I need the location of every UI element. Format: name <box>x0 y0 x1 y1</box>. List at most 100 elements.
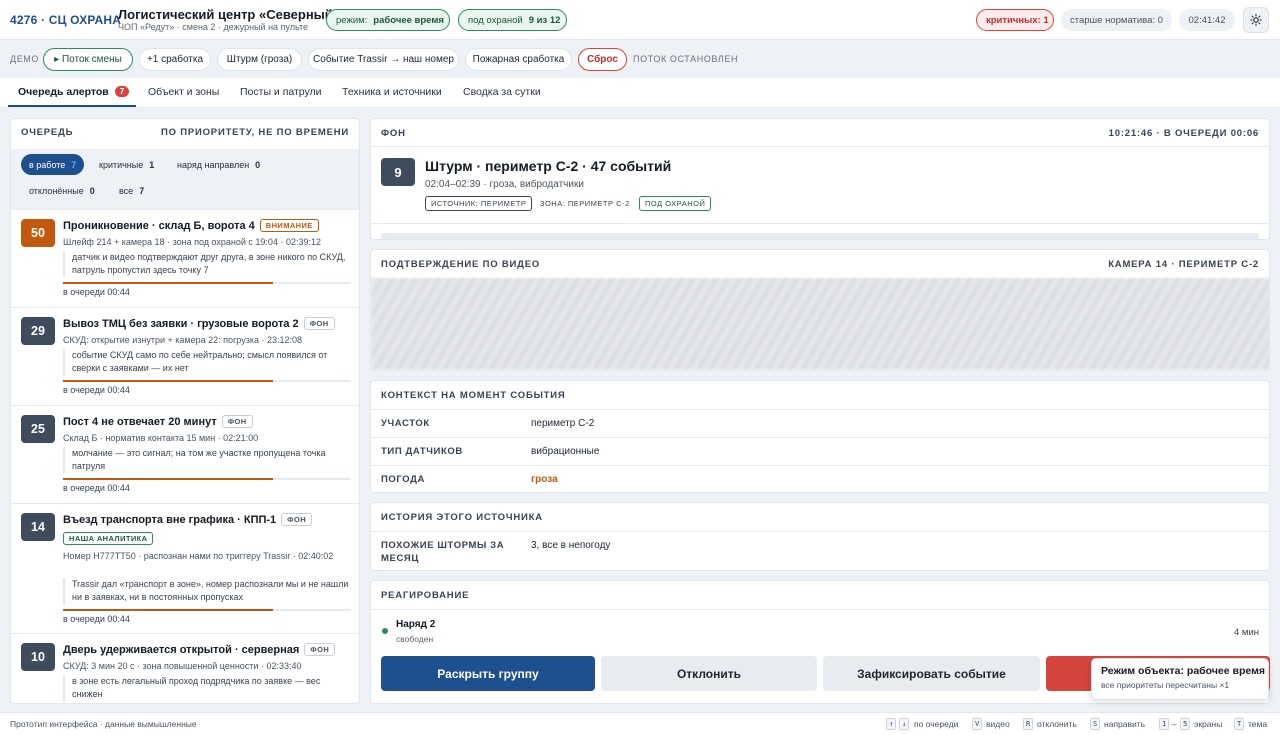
filter-count: 1 <box>149 159 155 170</box>
brand-label: 4276 · СЦ ОХРАНА <box>10 13 122 27</box>
demo-storm-button[interactable]: Штурм (гроза) <box>217 48 302 71</box>
filter-critical[interactable]: критичные 1 <box>91 154 162 175</box>
context-label: УЧАСТОК <box>381 418 430 429</box>
demo-reset-button[interactable]: Сброс <box>578 48 627 71</box>
alert-title: Пост 4 не отвечает 20 минут ФОН <box>63 415 253 428</box>
mode-pill[interactable]: режим: рабочее время <box>326 9 450 31</box>
context-label: ПОГОДА <box>381 474 425 485</box>
event-section-label: ФОН <box>381 128 406 139</box>
hint-dispatch: направить <box>1104 719 1146 729</box>
context-card: КОНТЕКСТ НА МОМЕНТ СОБЫТИЯ УЧАСТОК перим… <box>370 380 1270 493</box>
analytics-tag-row: НАША АНАЛИТИКА <box>63 532 154 545</box>
mode-value: рабочее время <box>373 14 444 26</box>
divider <box>371 531 1269 532</box>
divider <box>371 223 1269 224</box>
hint-reject: отклонить <box>1037 719 1077 729</box>
guard-pill[interactable]: под охраной 9 из 12 <box>458 9 567 31</box>
event-time: 10:21:46 · В ОЧЕРЕДИ 00:06 <box>1108 128 1259 139</box>
active-tab-indicator <box>8 105 136 107</box>
video-camera-label: КАМЕРА 14 · ПЕРИМЕТР С-2 <box>1108 259 1259 270</box>
demo-trassir-button[interactable]: Событие Trassir → наш номер <box>308 48 459 71</box>
filter-label: критичные <box>99 159 144 170</box>
filter-in-progress[interactable]: в работе 7 <box>21 154 85 175</box>
context-title: КОНТЕКСТ НА МОМЕНТ СОБЫТИЯ <box>381 390 566 401</box>
queue-title: ОЧЕРЕДЬ <box>21 127 74 138</box>
unit-eta: 4 мин <box>1233 627 1259 638</box>
armed-tag: ПОД ОХРАНОЙ <box>639 196 712 211</box>
background-tag: ФОН <box>304 643 336 656</box>
record-event-button[interactable]: Зафиксировать событие <box>823 656 1040 691</box>
expand-group-button[interactable]: Раскрыть группу <box>381 656 595 691</box>
sun-icon <box>1250 14 1262 26</box>
tab-equipment-sources[interactable]: Техника и источники <box>342 86 442 98</box>
critical-count-pill[interactable]: критичных: 1 <box>976 9 1054 31</box>
context-label: ТИП ДАТЧИКОВ <box>381 446 463 457</box>
filter-label: отклонённые <box>29 185 84 196</box>
footer: Прототип интерфейса · данные вымышленные… <box>0 712 1280 735</box>
queue-item[interactable]: 14 Въезд транспорта вне графика · КПП-1 Ф… <box>11 503 359 633</box>
wait-progress-bar <box>63 609 351 611</box>
queue-item[interactable]: 25 Пост 4 не отвечает 20 минут ФОН Склад … <box>11 405 359 503</box>
source-tag: ИСТОЧНИК: ПЕРИМЕТР <box>425 196 533 211</box>
screen-tabs: Очередь алертов 7 Объект и зоны Посты и п… <box>0 78 1280 108</box>
filter-count: 0 <box>255 159 261 170</box>
alert-title-text: Пост 4 не отвечает 20 минут <box>63 416 217 428</box>
tab-posts-patrols[interactable]: Посты и патрули <box>240 86 322 98</box>
key-down: ↓ <box>899 718 910 730</box>
filter-dispatched[interactable]: наряд направлен 0 <box>169 154 268 175</box>
wait-progress-bar <box>63 380 351 382</box>
key-5: 5 <box>1180 718 1191 730</box>
zone-tag: ЗОНА: ПЕРИМЕТР С-2 <box>540 199 630 208</box>
tab-object-zones[interactable]: Объект и зоны <box>148 86 219 98</box>
guard-value: 9 из 12 <box>528 14 561 26</box>
demo-toolbar: ДЕМО ▸ Поток смены +1 сработка Штурм (гр… <box>0 40 1280 78</box>
demo-stream-button[interactable]: ▸ Поток смены <box>43 48 133 71</box>
alert-meta: СКУД: 3 мин 20 с · зона повышенной ценно… <box>63 661 302 671</box>
demo-stream-status: ПОТОК ОСТАНОВЛЕН <box>633 54 739 64</box>
mode-change-toast: Режим объекта: рабочее время все приорит… <box>1091 658 1269 700</box>
demo-add-alarm-button[interactable]: +1 сработка <box>139 48 211 71</box>
footer-disclaimer: Прототип интерфейса · данные вымышленные <box>10 719 197 729</box>
tab-badge: 7 <box>114 86 130 97</box>
wait-progress-fill <box>63 282 274 284</box>
reject-button[interactable]: Отклонить <box>601 656 817 691</box>
overdue-count-pill[interactable]: старше норматива: 0 <box>1061 9 1172 31</box>
queue-item[interactable]: 29 Вывоз ТМЦ без заявки · грузовые ворот… <box>11 307 359 405</box>
demo-fire-button[interactable]: Пожарная сработка <box>465 48 572 71</box>
history-title: ИСТОРИЯ ЭТОГО ИСТОЧНИКА <box>381 512 543 523</box>
divider <box>371 146 1269 147</box>
queue-item[interactable]: 50 Проникновение · склад Б, ворота 4 ВНИМ… <box>11 209 359 307</box>
filter-rejected[interactable]: отклонённые 0 <box>21 180 103 201</box>
unit-name[interactable]: Наряд 2 <box>396 619 435 630</box>
alert-title: Проникновение · склад Б, ворота 4 ВНИМАНИ… <box>63 219 319 232</box>
filter-count: 0 <box>89 185 95 196</box>
context-value: вибрационные <box>531 446 600 457</box>
tab-daily-summary[interactable]: Сводка за сутки <box>463 86 541 98</box>
mode-label: режим: <box>336 14 368 26</box>
filter-count: 7 <box>71 159 77 170</box>
divider <box>371 437 1269 438</box>
alert-title: Вывоз ТМЦ без заявки · грузовые ворота 2… <box>63 317 335 330</box>
queue-wait-time: в очереди 00:44 <box>63 614 130 624</box>
video-frame[interactable] <box>371 278 1269 370</box>
alert-title-text: Проникновение · склад Б, ворота 4 <box>63 220 255 232</box>
context-value: периметр С-2 <box>531 418 595 429</box>
queue-item[interactable]: 10 Дверь удерживается открытой · серверн… <box>11 633 359 703</box>
filter-all[interactable]: все 7 <box>111 180 152 201</box>
wait-progress-fill <box>63 380 274 382</box>
key-1: 1 <box>1159 718 1170 730</box>
queue-sort-note: ПО ПРИОРИТЕТУ, НЕ ПО ВРЕМЕНИ <box>160 127 349 138</box>
clock: 02:41:42 <box>1179 9 1235 31</box>
event-card-scroll-edge <box>381 233 1259 239</box>
priority-score: 50 <box>21 219 55 247</box>
priority-score: 10 <box>21 643 55 671</box>
tab-alert-queue[interactable]: Очередь алертов 7 <box>18 86 130 98</box>
theme-toggle-button[interactable] <box>1243 7 1269 33</box>
alert-title-text: Въезд транспорта вне графика · КПП-1 <box>63 514 277 526</box>
tab-label: Очередь алертов <box>18 86 109 98</box>
key-t: T <box>1234 718 1245 730</box>
wait-progress-bar <box>63 478 351 480</box>
history-value: 3, все в непогоду <box>531 540 611 551</box>
event-card: ФОН 10:21:46 · В ОЧЕРЕДИ 00:06 9 Штурм ·… <box>370 118 1270 240</box>
key-r: R <box>1023 718 1034 730</box>
